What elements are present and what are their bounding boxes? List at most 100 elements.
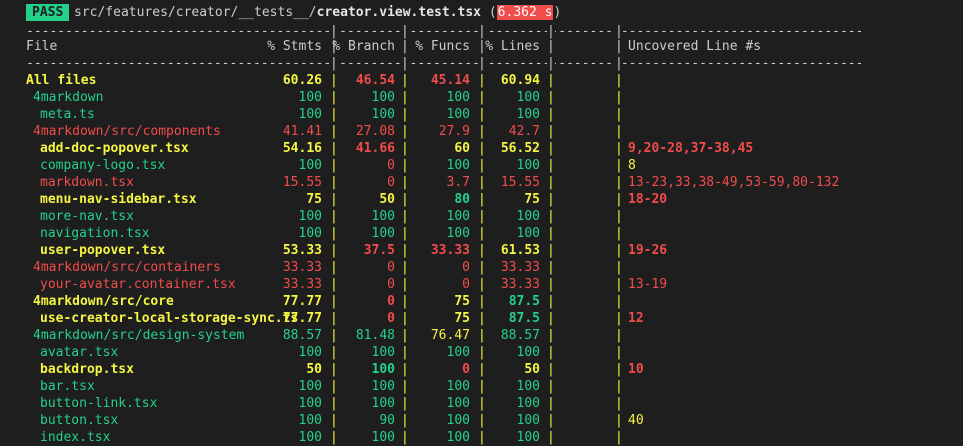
stmts-value: 41.41 [282, 124, 322, 139]
column-separator: | [330, 39, 338, 54]
column-separator: | [401, 73, 409, 88]
column-separator: | [401, 226, 409, 241]
uncovered-lines: 8 [628, 158, 636, 173]
table-row: 4markdown/src/containers 33.33 0 0 33.33 | | | |… [0, 259, 963, 276]
table-row: navigation.tsx 100 100 100 100 | | | | | [0, 225, 963, 242]
column-separator: | [401, 260, 409, 275]
funcs-value: 100 [446, 107, 470, 122]
table-row: index.tsx 100 100 100 100 | | | | | [0, 429, 963, 446]
column-separator: | [547, 413, 555, 428]
dash-separator: ----------------------------------------… [26, 56, 861, 71]
column-separator: | [401, 141, 409, 156]
open-paren: ( [488, 5, 497, 20]
column-header-funcs: % Funcs [415, 39, 470, 54]
column-separator: | [478, 192, 486, 207]
column-separator: | [547, 107, 555, 122]
table-row: use-creator-local-storage-sync.ts 77.77 0 7… [0, 310, 963, 327]
column-separator: | [330, 73, 338, 88]
column-separator: | [478, 226, 486, 241]
column-separator: | [478, 107, 486, 122]
uncovered-lines: 40 [628, 413, 644, 428]
column-separator: | [615, 260, 623, 275]
column-separator: | [547, 396, 555, 411]
uncovered-lines: 12 [628, 311, 644, 326]
table-row: your-avatar.container.tsx 33.33 0 0 33.33 13-… [0, 276, 963, 293]
table-row: add-doc-popover.tsx 54.16 41.66 60 56.52 9,20… [0, 140, 963, 157]
column-separator: | [547, 226, 555, 241]
file-name: markdown.tsx [40, 175, 134, 190]
funcs-value: 100 [446, 209, 470, 224]
column-separator: | [401, 158, 409, 173]
column-separator: | [615, 243, 623, 258]
column-separator: | [330, 107, 338, 122]
column-separator: | [615, 362, 623, 377]
file-name: button-link.tsx [40, 396, 158, 411]
column-separator: | [547, 90, 555, 105]
column-separator: | [330, 141, 338, 156]
column-separator: | [547, 277, 555, 292]
column-separator: | [615, 396, 623, 411]
stmts-value: 88.57 [282, 328, 322, 343]
funcs-value: 0 [462, 260, 470, 275]
column-separator: | [547, 379, 555, 394]
column-separator: | [401, 396, 409, 411]
table-row: button.tsx 100 90 100 100 40 | | | | | [0, 412, 963, 429]
column-separator: | [330, 379, 338, 394]
column-separator: | [478, 90, 486, 105]
column-separator: | [478, 294, 486, 309]
funcs-value: 0 [462, 277, 470, 292]
column-separator: | [330, 90, 338, 105]
column-separator: | [547, 158, 555, 173]
file-name: 4markdown/src/design-system [33, 328, 245, 343]
file-name: navigation.tsx [40, 226, 150, 241]
column-separator: | [478, 260, 486, 275]
column-separator: | [401, 55, 409, 72]
stmts-value: 15.55 [282, 175, 322, 190]
table-row: user-popover.tsx 53.33 37.5 33.33 61.53 19-26… [0, 242, 963, 259]
column-separator: | [615, 430, 623, 445]
file-name: button.tsx [40, 413, 119, 428]
column-separator: | [330, 294, 338, 309]
column-separator: | [330, 124, 338, 139]
column-separator: | [401, 107, 409, 122]
funcs-value: 100 [446, 379, 470, 394]
stmts-value: 60.26 [282, 73, 322, 88]
column-separator: | [547, 362, 555, 377]
column-separator: | [330, 345, 338, 360]
column-separator: | [615, 209, 623, 224]
file-name: All files [26, 73, 97, 88]
stmts-value: 33.33 [282, 277, 322, 292]
column-separator: | [615, 158, 623, 173]
table-row: company-logo.tsx 100 0 100 100 8 | | | | | [0, 157, 963, 174]
column-separator: | [478, 277, 486, 292]
column-separator: | [547, 243, 555, 258]
column-separator: | [615, 141, 623, 156]
stmts-value: 100 [298, 226, 322, 241]
column-separator: | [478, 243, 486, 258]
column-separator: | [547, 124, 555, 139]
column-separator: | [401, 362, 409, 377]
column-separator: | [401, 311, 409, 326]
column-separator: | [547, 345, 555, 360]
column-header-stmts: % Stmts [267, 39, 322, 54]
funcs-value: 100 [446, 396, 470, 411]
column-separator: | [547, 192, 555, 207]
header-bottom-separator: ----------------------------------------… [0, 55, 963, 72]
file-name: bar.tsx [40, 379, 95, 394]
column-separator: | [478, 55, 486, 72]
column-separator: | [615, 175, 623, 190]
table-row: All files 60.26 46.54 45.14 60.94 | | | | | [0, 72, 963, 89]
column-separator: | [401, 90, 409, 105]
column-separator: | [330, 192, 338, 207]
table-row: button-link.tsx 100 100 100 100 | | | | | [0, 395, 963, 412]
column-separator: | [615, 90, 623, 105]
column-separator: | [478, 158, 486, 173]
column-separator: | [547, 141, 555, 156]
uncovered-lines: 10 [628, 362, 644, 377]
stmts-value: 53.33 [282, 243, 322, 258]
file-name: menu-nav-sidebar.tsx [40, 192, 197, 207]
column-separator: | [401, 345, 409, 360]
column-separator: | [478, 311, 486, 326]
column-separator: | [547, 294, 555, 309]
file-name: 4markdown/src/core [33, 294, 174, 309]
